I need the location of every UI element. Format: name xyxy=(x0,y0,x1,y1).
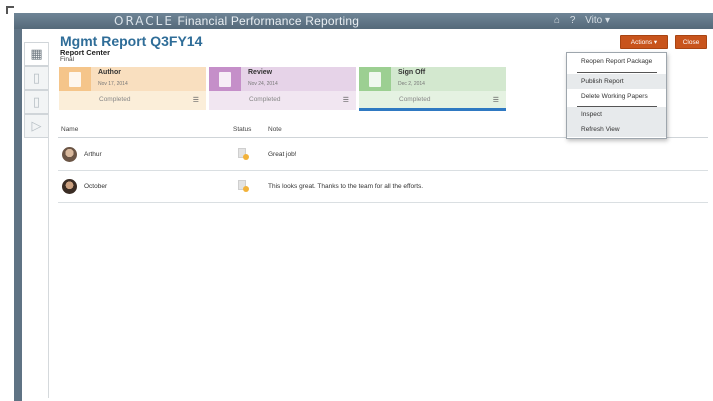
menu-item-delete-working-papers[interactable]: Delete Working Papers xyxy=(567,89,666,104)
menu-separator xyxy=(577,72,657,73)
stage-sign-off[interactable]: Sign Off Dec 2, 2014 Completed ☰ xyxy=(359,67,506,111)
list-icon[interactable]: ☰ xyxy=(193,96,199,104)
row-note: This looks great. Thanks to the team for… xyxy=(268,183,424,190)
review-document-icon xyxy=(209,67,241,91)
stage-date: Nov 24, 2014 xyxy=(248,81,278,87)
close-button[interactable]: Close xyxy=(675,35,707,49)
brand-logo: ORACLE Financial Performance Reporting xyxy=(114,14,359,28)
column-header-status[interactable]: Status xyxy=(233,126,251,133)
row-note: Great job! xyxy=(268,151,297,158)
stage-date: Dec 2, 2014 xyxy=(398,81,425,87)
stage-name: Sign Off xyxy=(398,69,426,76)
page-title: Mgmt Report Q3FY14 xyxy=(60,33,203,49)
app-sidebar-strip xyxy=(14,29,22,401)
user-menu[interactable]: Vito ▾ xyxy=(585,15,610,26)
vertical-tabs: ▦ ▯ ▯ ▷ xyxy=(24,42,48,138)
document-stack-icon[interactable]: ▯ xyxy=(24,90,48,114)
top-icons: ⌂ ? Vito ▾ xyxy=(554,15,617,26)
author-document-icon xyxy=(59,67,91,91)
status-approved-icon xyxy=(238,180,249,193)
row-name: Arthur xyxy=(84,151,102,158)
column-header-note[interactable]: Note xyxy=(268,126,282,133)
menu-item-refresh-view[interactable]: Refresh View xyxy=(567,122,666,137)
stage-name: Author xyxy=(98,69,121,76)
help-icon[interactable]: ? xyxy=(570,15,576,26)
brand-oracle: ORACLE xyxy=(114,14,174,28)
stage-state: Completed xyxy=(99,96,131,103)
stage-date: Nov 17, 2014 xyxy=(98,81,128,87)
top-bar: ORACLE Financial Performance Reporting ⌂… xyxy=(14,13,713,29)
stage-state: Completed xyxy=(249,96,281,103)
column-header-name[interactable]: Name xyxy=(61,126,78,133)
stage-author[interactable]: Author Nov 17, 2014 Completed ☰ xyxy=(59,67,206,110)
stage-name: Review xyxy=(248,69,273,76)
avatar xyxy=(62,179,77,194)
actions-menu: Reopen Report Package Publish Report Del… xyxy=(566,52,667,139)
row-name: October xyxy=(84,183,108,190)
table-row[interactable]: Arthur Great job! xyxy=(58,140,708,171)
menu-item-inspect[interactable]: Inspect xyxy=(567,107,666,122)
menu-item-reopen-report-package[interactable]: Reopen Report Package xyxy=(567,54,666,69)
avatar xyxy=(62,147,77,162)
list-icon[interactable]: ☰ xyxy=(493,96,499,104)
status-approved-icon xyxy=(238,148,249,161)
document-icon[interactable]: ▯ xyxy=(24,66,48,90)
brand-product: Financial Performance Reporting xyxy=(177,14,360,28)
grid-icon[interactable]: ▦ xyxy=(24,42,48,66)
report-status: Final xyxy=(60,56,75,63)
corner-mark xyxy=(6,6,14,14)
document-review-icon[interactable]: ▷ xyxy=(24,114,48,138)
table-row[interactable]: October This looks great. Thanks to the … xyxy=(58,172,708,203)
list-icon[interactable]: ☰ xyxy=(343,96,349,104)
menu-item-publish-report[interactable]: Publish Report xyxy=(567,74,666,89)
home-icon[interactable]: ⌂ xyxy=(554,15,560,26)
stage-state: Completed xyxy=(399,96,431,103)
left-divider xyxy=(48,42,49,398)
stage-review[interactable]: Review Nov 24, 2014 Completed ☰ xyxy=(209,67,356,110)
active-stage-indicator xyxy=(359,108,506,111)
sign-off-document-icon xyxy=(359,67,391,91)
actions-button[interactable]: Actions ▾ xyxy=(620,35,668,49)
